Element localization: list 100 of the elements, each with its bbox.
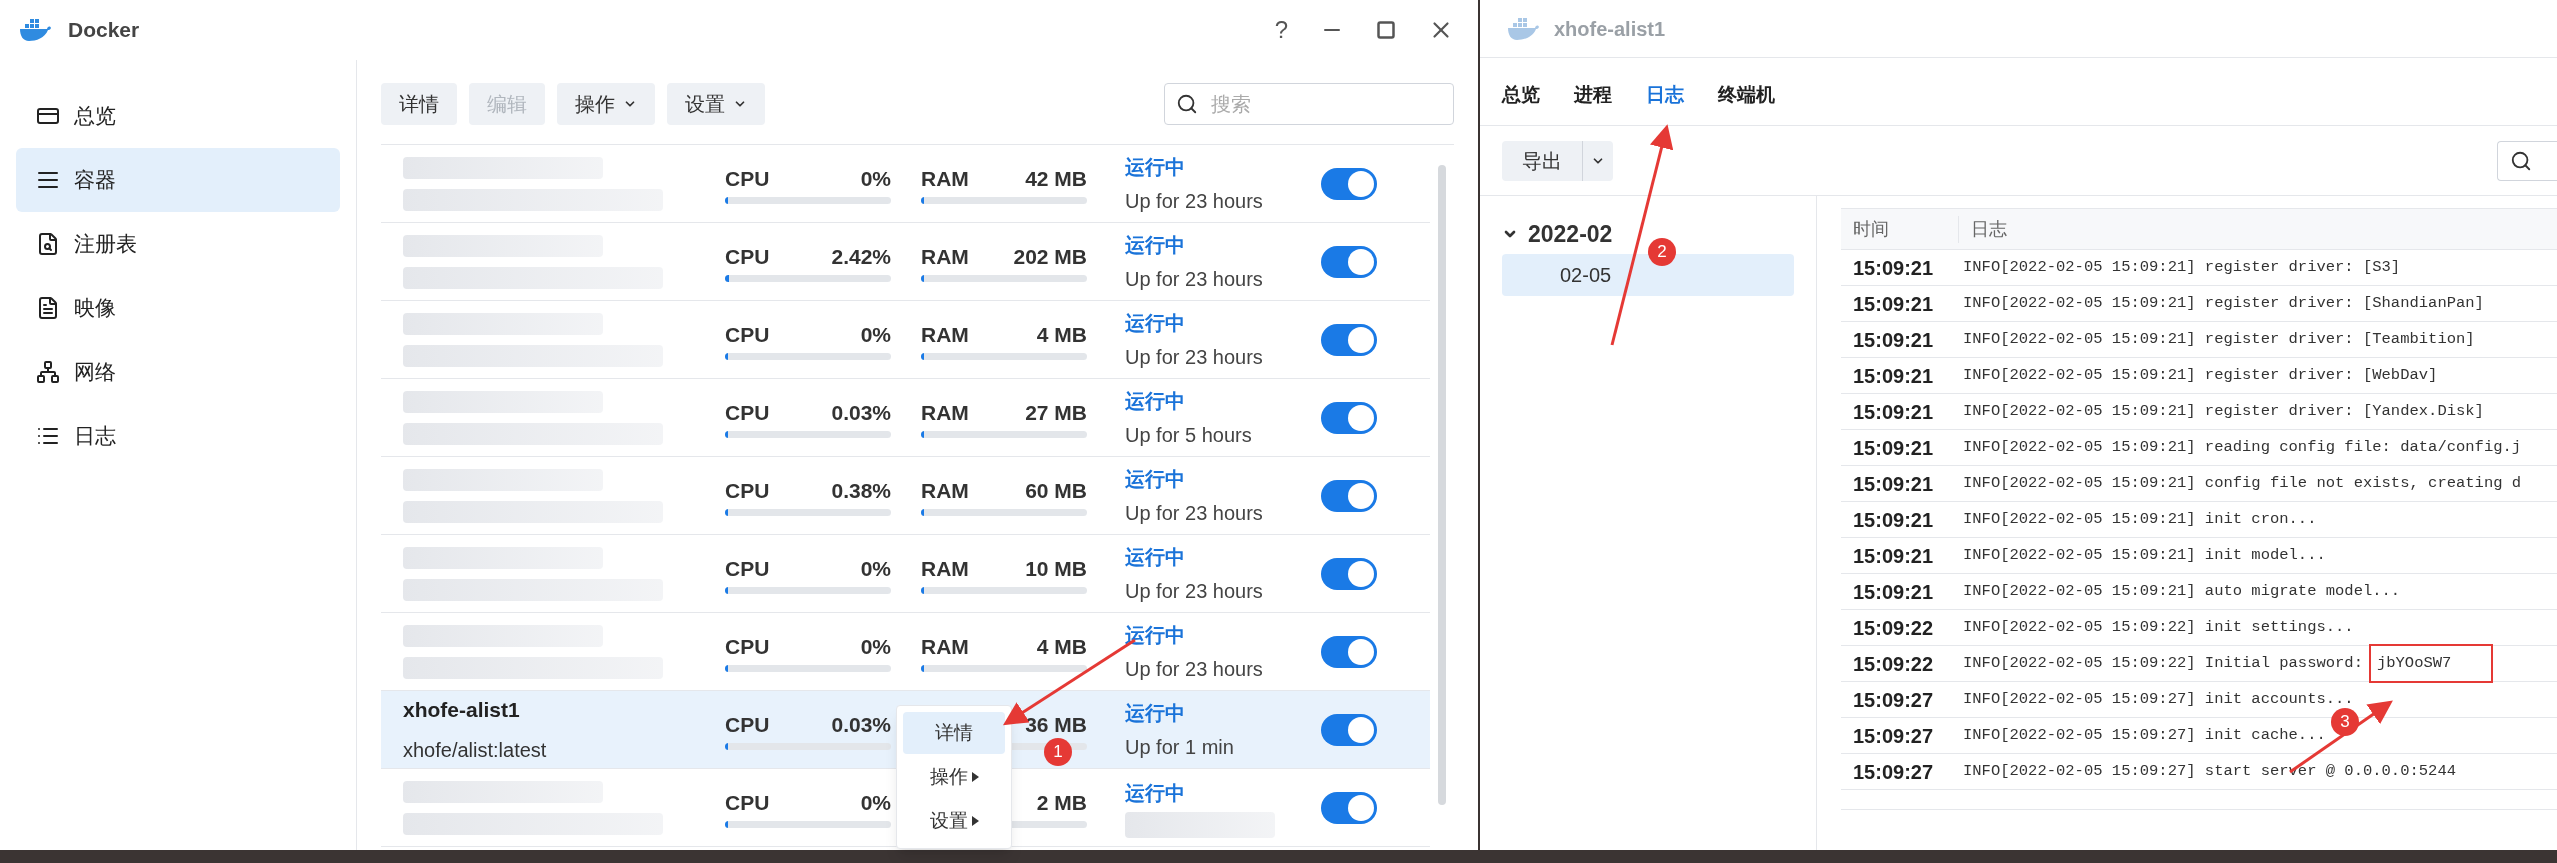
toggle-switch[interactable] <box>1321 791 1377 824</box>
status-text: 运行中 <box>1125 780 1186 806</box>
uptime-text: Up for 23 hours <box>1125 344 1264 370</box>
metric-label: RAM <box>921 478 969 499</box>
password-highlight: jbYOoSW7 <box>2368 643 2494 684</box>
whale-icon <box>18 18 52 42</box>
uptime-text: Up for 5 hours <box>1125 422 1253 448</box>
log-message: INFO[2022-02-05 15:09:22] init settings... <box>1963 616 2354 638</box>
export-button[interactable]: 导出 <box>1502 140 1613 181</box>
metric-value: 42 MB <box>1025 166 1087 187</box>
menu-item[interactable]: 详情 <box>903 712 1005 754</box>
log-time: 15:09:27 <box>1852 723 1935 749</box>
status-text: 运行中 <box>1125 154 1186 180</box>
metric-value: 2 MB <box>1036 790 1087 811</box>
tree-group[interactable]: 2022-02 <box>1502 214 1613 254</box>
metric-label: CPU <box>725 322 770 343</box>
log-time: 15:09:21 <box>1852 543 1935 569</box>
log-message: INFO[2022-02-05 15:09:21] register driver: [ShandianPan] <box>1963 292 2484 314</box>
scrollbar[interactable] <box>1438 165 1446 805</box>
status-text: 运行中 <box>1125 388 1186 414</box>
column-header: 时间 <box>1841 215 1959 243</box>
container-name: xhofe-alist1 <box>403 696 521 723</box>
metric-value: 0% <box>860 634 891 655</box>
metric-value: 0.38% <box>831 478 891 499</box>
metric-value: 0.03% <box>831 400 891 421</box>
window-title: Docker <box>68 17 140 44</box>
metric-label: CPU <box>725 556 770 577</box>
log-message: INFO[2022-02-05 15:09:21] auto migrate model... <box>1963 580 2401 602</box>
submenu-arrow-icon <box>971 772 979 782</box>
toolbar-button[interactable]: 操作 <box>557 83 655 125</box>
toggle-switch[interactable] <box>1321 323 1377 356</box>
metric-value: 60 MB <box>1025 478 1087 499</box>
tab[interactable]: 日志 <box>1646 80 1684 109</box>
window-title: xhofe-alist1 <box>1554 16 1666 42</box>
tab[interactable]: 终端机 <box>1718 80 1775 109</box>
log-time: 15:09:21 <box>1852 435 1935 461</box>
metric-value: 10 MB <box>1025 556 1087 577</box>
log-message: INFO[2022-02-05 15:09:21] init cron... <box>1963 508 2317 530</box>
log-message: INFO[2022-02-05 15:09:21] register driver: [Yandex.Disk] <box>1963 400 2484 422</box>
toggle-switch[interactable] <box>1321 167 1377 200</box>
search-field[interactable] <box>2497 140 2557 181</box>
log-time: 15:09:22 <box>1852 651 1935 677</box>
search-icon <box>2510 149 2532 172</box>
sidebar-item[interactable]: 容器 <box>16 148 340 212</box>
metric-label: RAM <box>921 244 969 265</box>
sidebar-item[interactable]: 总览 <box>16 84 340 148</box>
metric-label: RAM <box>921 322 969 343</box>
search-field[interactable]: 搜索 <box>1164 83 1454 125</box>
search-icon <box>1176 93 1198 115</box>
metric-label: CPU <box>725 634 770 655</box>
tab[interactable]: 进程 <box>1574 80 1612 109</box>
column-header: 日志 <box>1970 217 2007 241</box>
log-time: 15:09:21 <box>1852 399 1935 425</box>
log-message: INFO[2022-02-05 15:09:21] reading config file: data/config.j <box>1963 436 2522 458</box>
toggle-switch[interactable] <box>1321 557 1377 590</box>
toggle-switch[interactable] <box>1321 245 1377 278</box>
metric-label: CPU <box>725 712 770 733</box>
metric-value: 0% <box>860 322 891 343</box>
sidebar-item[interactable]: 网络 <box>16 340 340 404</box>
metric-value: 0% <box>860 790 891 811</box>
log-message: INFO[2022-02-05 15:09:21] config file not exists, creating d <box>1963 472 2522 494</box>
sidebar-item[interactable]: 注册表 <box>16 212 340 276</box>
log-message: INFO[2022-02-05 15:09:21] init model... <box>1963 544 2326 566</box>
submenu-arrow-icon <box>971 816 979 826</box>
log-time: 15:09:27 <box>1852 759 1935 785</box>
status-text: 运行中 <box>1125 310 1186 336</box>
menu-item[interactable]: 设置 <box>903 800 1005 842</box>
status-text: 运行中 <box>1125 700 1186 726</box>
tab[interactable]: 总览 <box>1502 80 1540 109</box>
toggle-switch[interactable] <box>1321 713 1377 746</box>
log-message: INFO[2022-02-05 15:09:27] start server @ 0.0.0.0:5244 <box>1963 760 2456 782</box>
document-search-icon <box>36 232 60 256</box>
uptime-text: Up for 1 min <box>1125 734 1235 760</box>
toolbar-button[interactable]: 详情 <box>381 83 457 125</box>
log-time: 15:09:21 <box>1852 579 1935 605</box>
metric-label: RAM <box>921 634 969 655</box>
uptime-text: Up for 23 hours <box>1125 266 1264 292</box>
log-message: INFO[2022-02-05 15:09:21] register driver: [WebDav] <box>1963 364 2438 386</box>
toggle-switch[interactable] <box>1321 479 1377 512</box>
log-time: 15:09:22 <box>1852 615 1935 641</box>
log-time: 15:09:21 <box>1852 363 1935 389</box>
log-time: 15:09:27 <box>1852 687 1935 713</box>
maximize-icon[interactable] <box>1376 20 1396 40</box>
toolbar-button[interactable]: 设置 <box>667 83 765 125</box>
uptime-text: Up for 23 hours <box>1125 578 1264 604</box>
toggle-switch[interactable] <box>1321 635 1377 668</box>
metric-label: CPU <box>725 478 770 499</box>
sidebar-item[interactable]: 日志 <box>16 404 340 468</box>
metric-label: RAM <box>921 400 969 421</box>
metric-value: 0% <box>860 166 891 187</box>
toggle-switch[interactable] <box>1321 401 1377 434</box>
network-icon <box>36 360 60 384</box>
metric-value: 2.42% <box>831 244 891 265</box>
sidebar-item[interactable]: 映像 <box>16 276 340 340</box>
log-message: INFO[2022-02-05 15:09:22] Initial password: <box>1963 652 2363 674</box>
uptime-text: Up for 23 hours <box>1125 500 1264 526</box>
help-button[interactable]: ? <box>1274 12 1288 48</box>
log-message: INFO[2022-02-05 15:09:21] register driver: [S3] <box>1963 256 2401 278</box>
metric-label: CPU <box>725 244 770 265</box>
log-message: INFO[2022-02-05 15:09:27] init cache... <box>1963 724 2326 746</box>
